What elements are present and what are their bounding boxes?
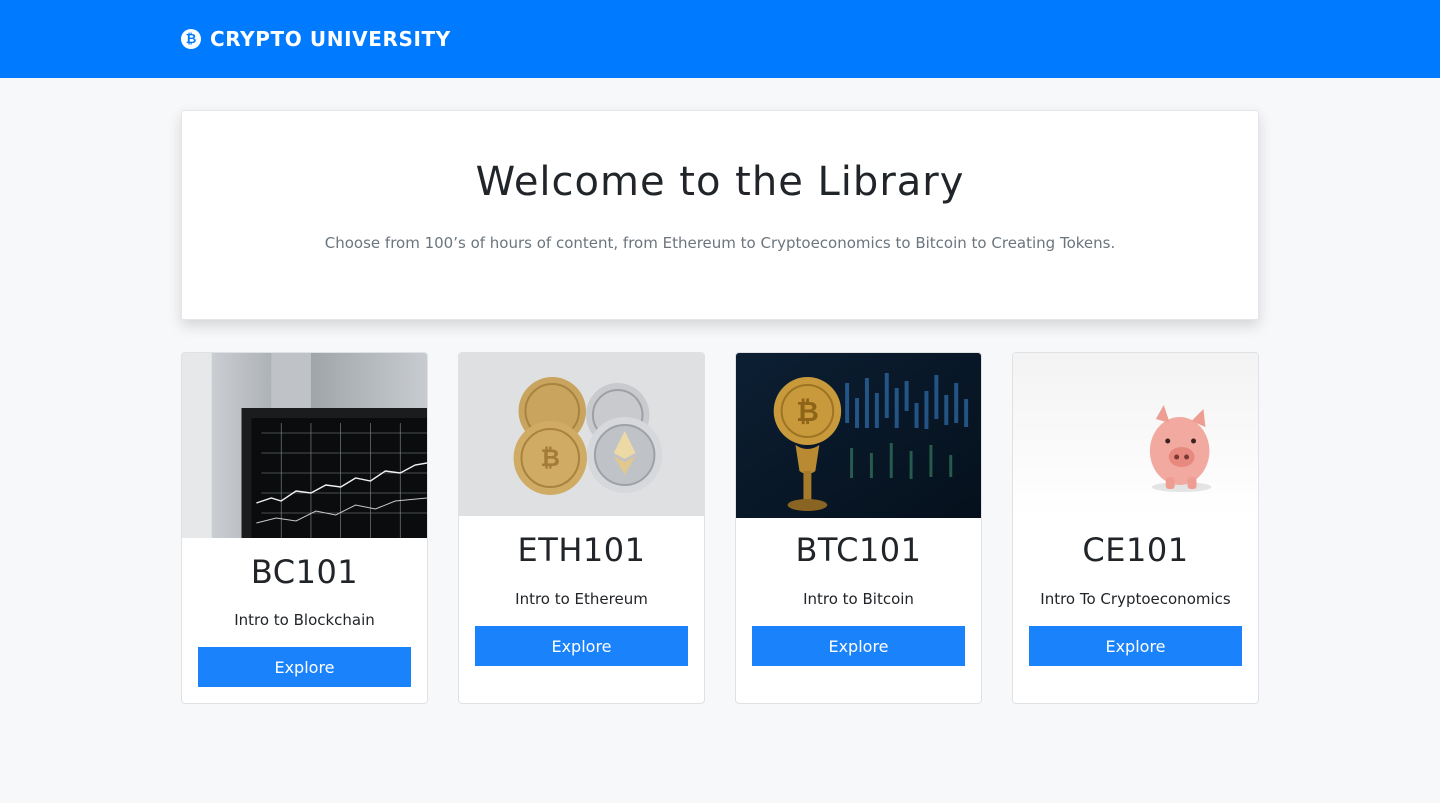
explore-button[interactable]: Explore — [198, 647, 411, 687]
course-code: ETH101 — [517, 531, 646, 569]
svg-text:₿: ₿ — [541, 444, 560, 472]
navbar: ₿ CRYPTO UNIVERSITY — [0, 0, 1440, 78]
course-name: Intro to Bitcoin — [803, 590, 914, 608]
course-card-bc101: BC101 Intro to Blockchain Explore — [181, 352, 428, 704]
hero-subtitle: Choose from 100’s of hours of content, f… — [324, 234, 1116, 252]
course-card-eth101: ₿ ETH101 Intro to Ethereum Explore — [458, 352, 705, 704]
course-name: Intro to Ethereum — [515, 590, 648, 608]
svg-text:₿: ₿ — [796, 395, 819, 428]
course-code: CE101 — [1082, 531, 1189, 569]
laptop-chart-image — [182, 353, 427, 538]
crypto-coins-image: ₿ — [459, 353, 704, 516]
bitcoin-icon: ₿ — [181, 29, 201, 49]
hero-jumbotron: Welcome to the Library Choose from 100’s… — [181, 110, 1259, 320]
course-card-ce101: CE101 Intro To Cryptoeconomics Explore — [1012, 352, 1259, 704]
piggy-bank-image — [1013, 353, 1258, 516]
course-name: Intro to Blockchain — [234, 611, 375, 629]
brand-text: CRYPTO UNIVERSITY — [210, 27, 451, 51]
bitcoin-coin-image: ₿ — [736, 353, 981, 518]
hero-title: Welcome to the Library — [475, 159, 965, 205]
course-code: BC101 — [250, 553, 359, 591]
explore-button[interactable]: Explore — [1029, 626, 1242, 666]
explore-button[interactable]: Explore — [752, 626, 965, 666]
explore-button[interactable]: Explore — [475, 626, 688, 666]
course-code: BTC101 — [795, 531, 922, 569]
course-name: Intro To Cryptoeconomics — [1040, 590, 1231, 608]
brand-link[interactable]: ₿ CRYPTO UNIVERSITY — [181, 26, 451, 52]
course-card-btc101: ₿ BTC101 Intro to Bitcoin Explore — [735, 352, 982, 704]
